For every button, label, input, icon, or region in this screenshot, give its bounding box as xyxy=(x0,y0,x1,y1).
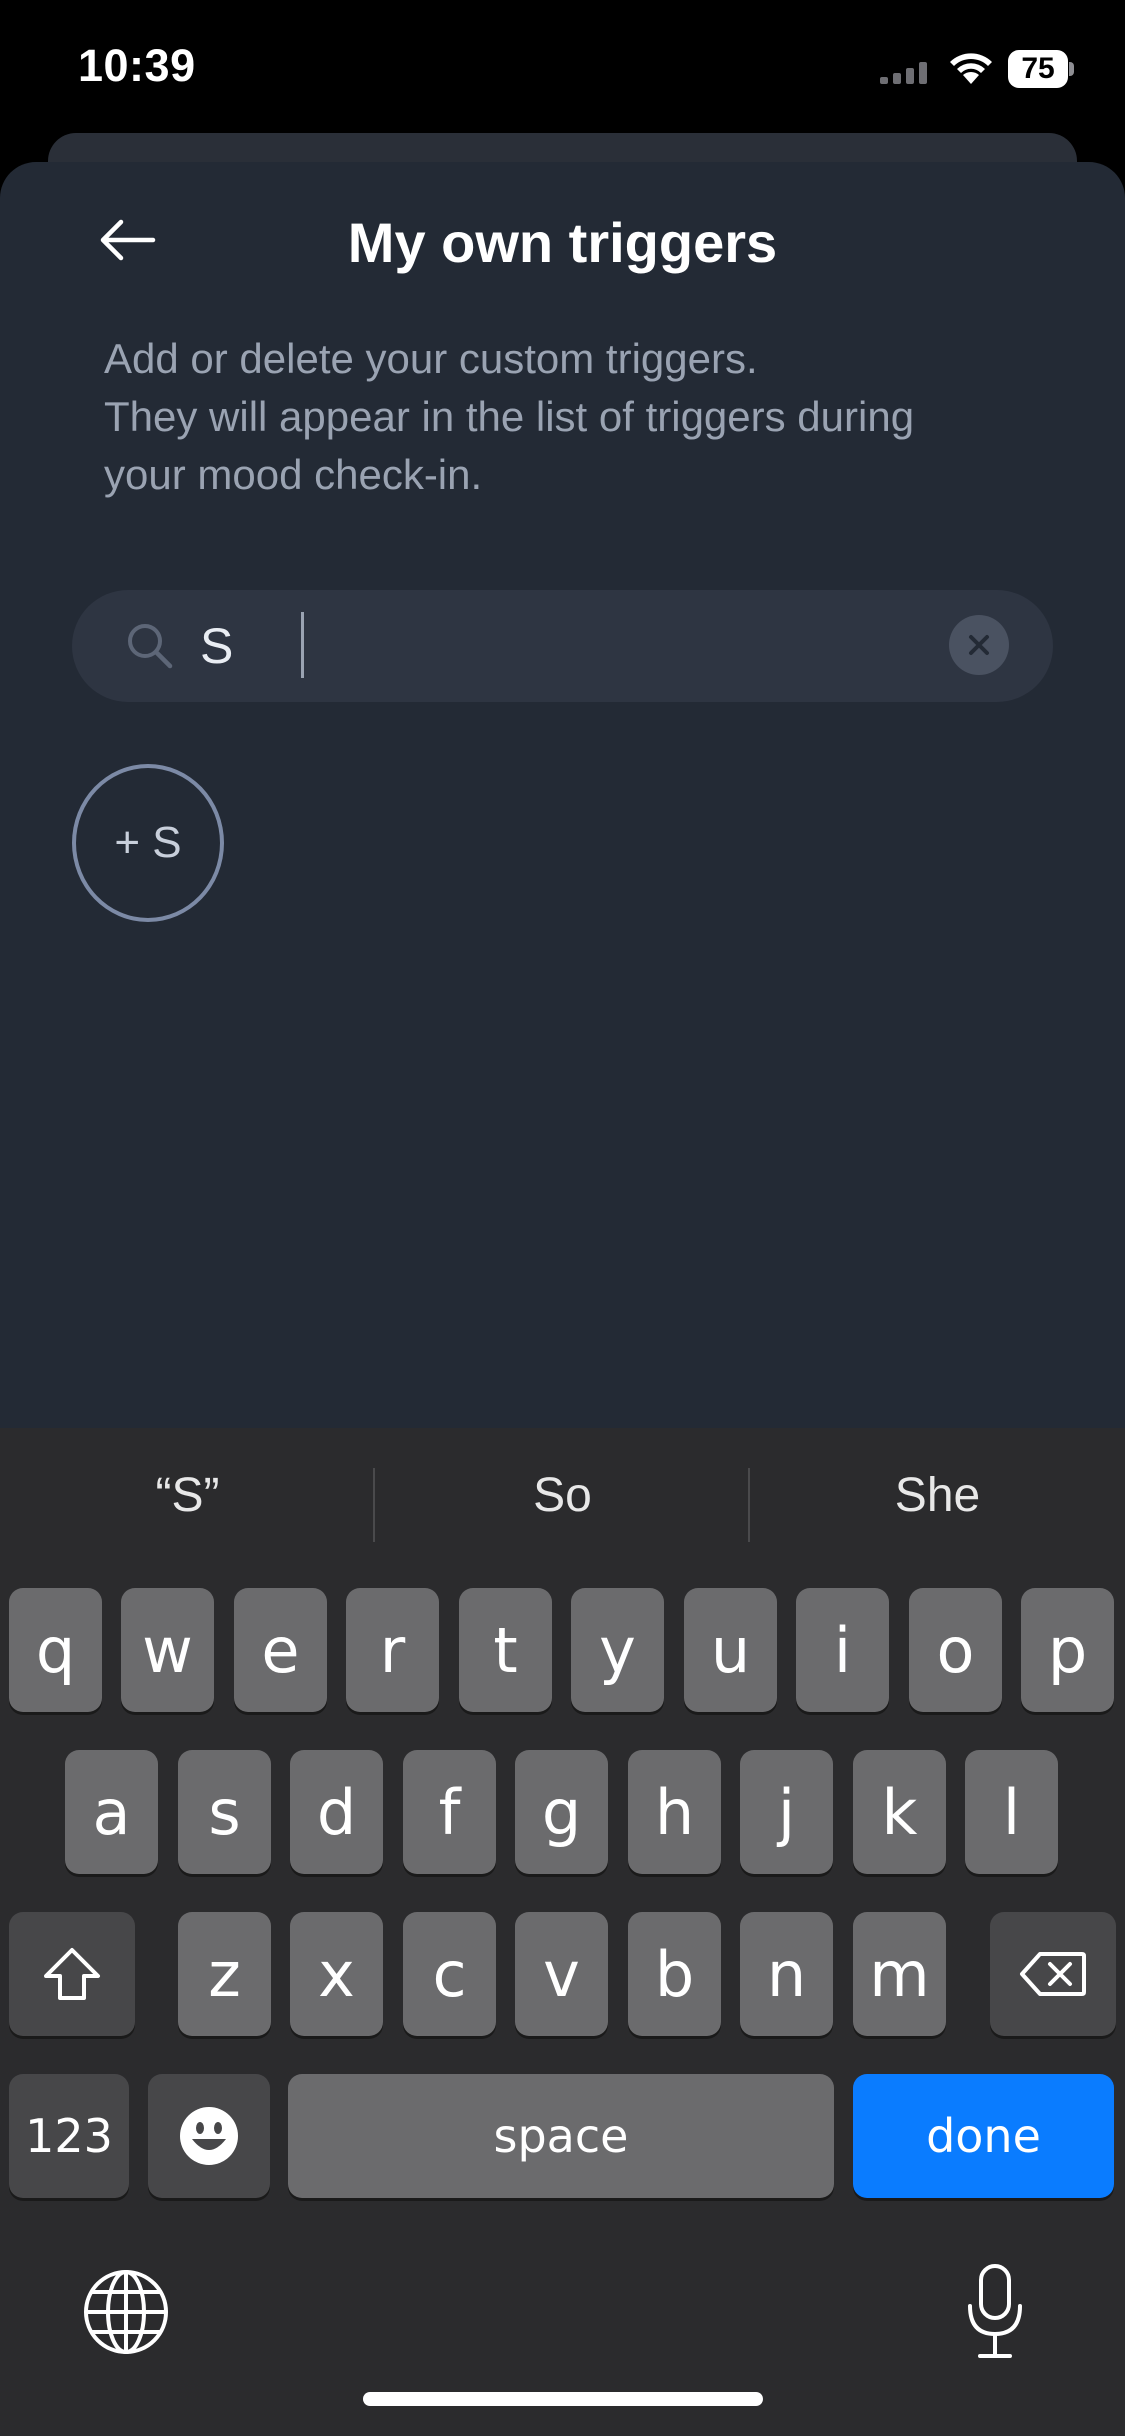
description-line: your mood check-in. xyxy=(104,451,483,498)
wifi-icon xyxy=(950,53,992,84)
key-a[interactable]: a xyxy=(65,1750,158,1874)
suggestion-item[interactable]: She xyxy=(750,1468,1125,1523)
microphone-icon[interactable] xyxy=(964,2262,1026,2362)
done-key[interactable]: done xyxy=(853,2074,1114,2198)
status-bar: 10:39 75 xyxy=(0,0,1125,135)
search-icon xyxy=(128,624,173,669)
key-r[interactable]: r xyxy=(346,1588,439,1712)
home-indicator[interactable] xyxy=(363,2392,763,2406)
battery-icon: 75 xyxy=(1008,50,1074,88)
key-g[interactable]: g xyxy=(515,1750,608,1874)
space-key[interactable]: space xyxy=(288,2074,834,2198)
key-y[interactable]: y xyxy=(571,1588,664,1712)
key-q[interactable]: q xyxy=(9,1588,102,1712)
screen: 10:39 75 My own triggers Add or delete y… xyxy=(0,0,1125,2436)
key-c[interactable]: c xyxy=(403,1912,496,2036)
close-icon xyxy=(969,635,989,655)
key-m[interactable]: m xyxy=(853,1912,946,2036)
key-b[interactable]: b xyxy=(628,1912,721,2036)
key-n[interactable]: n xyxy=(740,1912,833,2036)
suggestion-bar: “S” So She xyxy=(0,1428,1125,1578)
globe-icon[interactable] xyxy=(82,2268,170,2356)
search-input[interactable] xyxy=(200,608,900,684)
emoji-key[interactable] xyxy=(148,2074,270,2198)
key-h[interactable]: h xyxy=(628,1750,721,1874)
battery-level: 75 xyxy=(1021,52,1055,85)
key-d[interactable]: d xyxy=(290,1750,383,1874)
status-time: 10:39 xyxy=(78,40,196,91)
key-s[interactable]: s xyxy=(178,1750,271,1874)
key-z[interactable]: z xyxy=(178,1912,271,2036)
key-e[interactable]: e xyxy=(234,1588,327,1712)
key-w[interactable]: w xyxy=(121,1588,214,1712)
suggestion-item[interactable]: So xyxy=(375,1468,750,1523)
key-i[interactable]: i xyxy=(796,1588,889,1712)
suggestion-item[interactable]: “S” xyxy=(0,1468,375,1523)
shift-key[interactable] xyxy=(9,1912,135,2036)
key-x[interactable]: x xyxy=(290,1912,383,2036)
delete-icon xyxy=(1020,1952,1086,1996)
key-v[interactable]: v xyxy=(515,1912,608,2036)
add-trigger-button[interactable]: + S xyxy=(72,764,224,922)
key-k[interactable]: k xyxy=(853,1750,946,1874)
key-f[interactable]: f xyxy=(403,1750,496,1874)
key-j[interactable]: j xyxy=(740,1750,833,1874)
shift-icon xyxy=(44,1948,100,2000)
description-line: Add or delete your custom triggers. xyxy=(104,335,758,382)
key-l[interactable]: l xyxy=(965,1750,1058,1874)
delete-key[interactable] xyxy=(990,1912,1116,2036)
search-box[interactable] xyxy=(72,590,1053,702)
clear-search-button[interactable] xyxy=(949,615,1009,675)
text-cursor xyxy=(301,612,304,678)
description: Add or delete your custom triggers. They… xyxy=(104,330,1064,504)
key-t[interactable]: t xyxy=(459,1588,552,1712)
page-title: My own triggers xyxy=(347,211,778,274)
description-line: They will appear in the list of triggers… xyxy=(104,393,915,440)
key-p[interactable]: p xyxy=(1021,1588,1114,1712)
key-o[interactable]: o xyxy=(909,1588,1002,1712)
numbers-key[interactable]: 123 xyxy=(9,2074,129,2198)
emoji-icon xyxy=(180,2107,238,2165)
signal-icon xyxy=(880,62,927,84)
key-u[interactable]: u xyxy=(684,1588,777,1712)
battery-tip xyxy=(1069,62,1074,76)
